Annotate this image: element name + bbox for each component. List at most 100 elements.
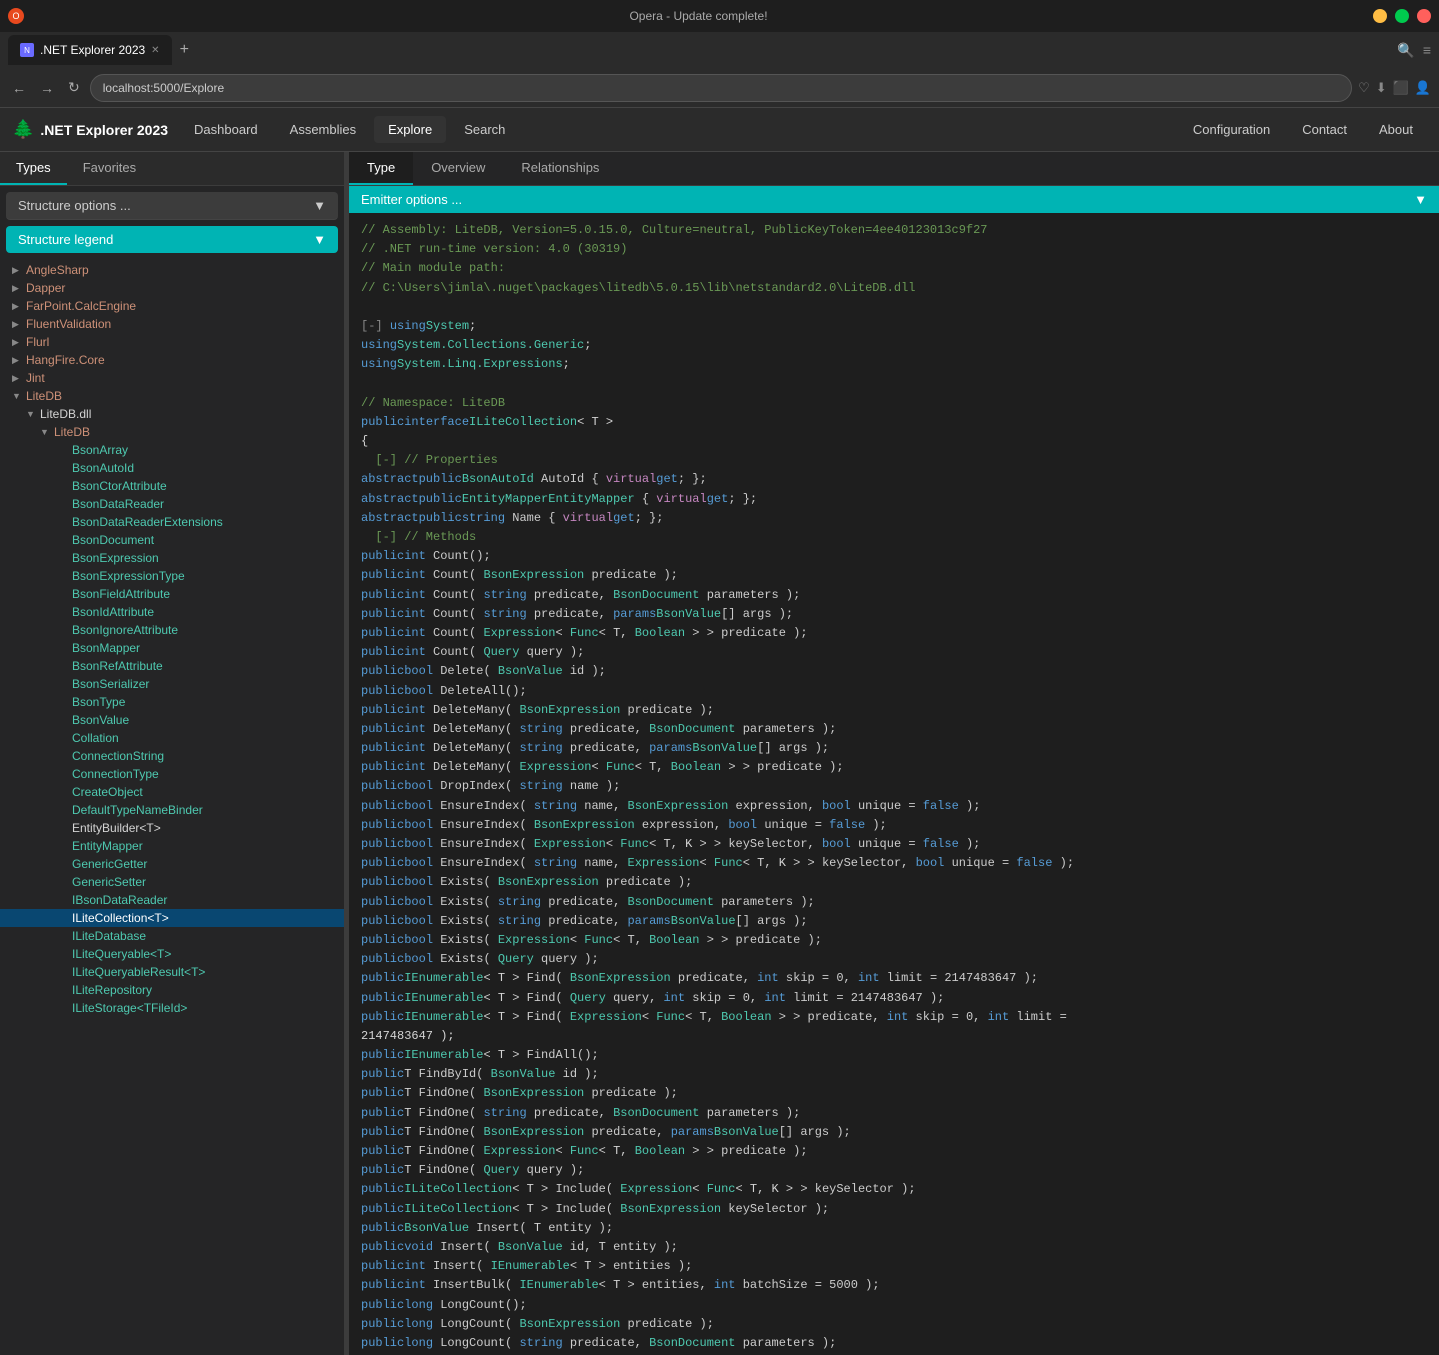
tree-item[interactable]: BsonCtorAttribute <box>0 477 344 495</box>
tree-item[interactable]: BsonDocument <box>0 531 344 549</box>
content-tab-overview[interactable]: Overview <box>413 152 503 185</box>
tree-item[interactable]: ILiteCollection<T> <box>0 909 344 927</box>
tree-item[interactable]: ConnectionType <box>0 765 344 783</box>
close-button[interactable] <box>1417 9 1431 23</box>
tree-item[interactable]: ▶Flurl <box>0 333 344 351</box>
tree-item-label: BsonIdAttribute <box>72 605 154 619</box>
nav-dashboard[interactable]: Dashboard <box>180 116 272 143</box>
back-button[interactable]: ← <box>8 78 30 98</box>
nav-assemblies[interactable]: Assemblies <box>276 116 370 143</box>
tree-item[interactable]: ▼LiteDB.dll <box>0 405 344 423</box>
code-line: public int DeleteMany( Expression< Func<… <box>361 758 1427 777</box>
nav-about[interactable]: About <box>1365 116 1427 143</box>
tree-item[interactable]: IBsonDataReader <box>0 891 344 909</box>
nav-explore[interactable]: Explore <box>374 116 446 143</box>
profile-icon[interactable]: 👤 <box>1415 80 1431 96</box>
sidebar-tab-favorites[interactable]: Favorites <box>67 152 152 185</box>
tree-item[interactable]: ▼LiteDB <box>0 423 344 441</box>
search-icon[interactable]: 🔍 <box>1397 42 1414 59</box>
tree-item[interactable]: ▶Jint <box>0 369 344 387</box>
tree-item-label: ILiteQueryable<T> <box>72 947 171 961</box>
browser-tab-active[interactable]: N .NET Explorer 2023 ✕ <box>8 35 172 65</box>
tree-item[interactable]: BsonDataReaderExtensions <box>0 513 344 531</box>
extensions-icon[interactable]: ⬛ <box>1393 80 1409 96</box>
tree-item[interactable]: ConnectionString <box>0 747 344 765</box>
tree-item[interactable]: ▶FluentValidation <box>0 315 344 333</box>
code-line: public bool Exists( Expression< Func< T,… <box>361 931 1427 950</box>
download-icon[interactable]: ⬇ <box>1376 80 1387 96</box>
code-line: public long LongCount( string predicate,… <box>361 1334 1427 1353</box>
tree-item[interactable]: ILiteQueryableResult<T> <box>0 963 344 981</box>
forward-button[interactable]: → <box>36 78 58 98</box>
tree-item[interactable]: ▶AngleSharp <box>0 261 344 279</box>
tree-item[interactable]: ▶Dapper <box>0 279 344 297</box>
tree-item[interactable]: ILiteQueryable<T> <box>0 945 344 963</box>
code-line: public T FindOne( Query query ); <box>361 1161 1427 1180</box>
main-layout: Types Favorites Structure options ... ▼ … <box>0 152 1439 1355</box>
tree-item-label: BsonAutoId <box>72 461 134 475</box>
tree-item-label: BsonType <box>72 695 125 709</box>
code-line: public int InsertBulk( IEnumerable< T > … <box>361 1276 1427 1295</box>
minimize-button[interactable] <box>1373 9 1387 23</box>
tree-item[interactable]: BsonType <box>0 693 344 711</box>
tree-item[interactable]: BsonSerializer <box>0 675 344 693</box>
bookmark-icon[interactable]: ♡ <box>1358 80 1370 96</box>
nav-search[interactable]: Search <box>450 116 519 143</box>
content-tabs: Type Overview Relationships <box>349 152 1439 186</box>
code-line: // Assembly: LiteDB, Version=5.0.15.0, C… <box>361 221 1427 240</box>
tree-arrow-icon: ▼ <box>26 409 36 419</box>
nav-contact[interactable]: Contact <box>1288 116 1361 143</box>
title-bar-left: O <box>8 8 24 24</box>
tree-item-label: BsonIgnoreAttribute <box>72 623 178 637</box>
menu-icon[interactable]: ≡ <box>1423 42 1431 58</box>
tree-item[interactable]: EntityMapper <box>0 837 344 855</box>
tree-item[interactable]: ILiteRepository <box>0 981 344 999</box>
tree-item[interactable]: BsonIdAttribute <box>0 603 344 621</box>
structure-legend-label: Structure legend <box>18 232 113 247</box>
code-line: [-] using System; <box>361 317 1427 336</box>
sidebar-tab-types[interactable]: Types <box>0 152 67 185</box>
structure-legend-header[interactable]: Structure legend ▼ <box>6 226 338 253</box>
tree-item[interactable]: BsonIgnoreAttribute <box>0 621 344 639</box>
tree-item-label: GenericGetter <box>72 857 147 871</box>
emitter-bar[interactable]: Emitter options ... ▼ <box>349 186 1439 213</box>
tree-item[interactable]: GenericSetter <box>0 873 344 891</box>
tree-item[interactable]: ILiteDatabase <box>0 927 344 945</box>
tree-item[interactable]: CreateObject <box>0 783 344 801</box>
tree-item[interactable]: ▶HangFire.Core <box>0 351 344 369</box>
maximize-button[interactable] <box>1395 9 1409 23</box>
tree-item[interactable]: BsonExpression <box>0 549 344 567</box>
tree-item[interactable]: GenericGetter <box>0 855 344 873</box>
tree-item[interactable]: BsonRefAttribute <box>0 657 344 675</box>
reload-button[interactable]: ↻ <box>64 77 84 98</box>
code-line: public bool EnsureIndex( BsonExpression … <box>361 816 1427 835</box>
address-input[interactable] <box>90 74 1352 102</box>
legend-arrow-icon: ▼ <box>313 232 326 247</box>
tree-item[interactable]: BsonAutoId <box>0 459 344 477</box>
code-line: public ILiteCollection< T > Include( Exp… <box>361 1180 1427 1199</box>
tree-item[interactable]: ▶FarPoint.CalcEngine <box>0 297 344 315</box>
tree-item-label: BsonValue <box>72 713 129 727</box>
new-tab-button[interactable]: + <box>176 41 193 59</box>
tree-item[interactable]: BsonValue <box>0 711 344 729</box>
code-line: public long LongCount( BsonExpression pr… <box>361 1315 1427 1334</box>
content-tab-relationships[interactable]: Relationships <box>503 152 617 185</box>
code-area[interactable]: // Assembly: LiteDB, Version=5.0.15.0, C… <box>349 213 1439 1355</box>
tree-item[interactable]: EntityBuilder<T> <box>0 819 344 837</box>
emitter-label: Emitter options ... <box>361 192 462 207</box>
tab-close-button[interactable]: ✕ <box>151 45 159 56</box>
tree-item[interactable]: ▼LiteDB <box>0 387 344 405</box>
tree-item[interactable]: BsonExpressionType <box>0 567 344 585</box>
tree-item[interactable]: Collation <box>0 729 344 747</box>
tree-item[interactable]: DefaultTypeNameBinder <box>0 801 344 819</box>
code-line <box>361 375 1427 394</box>
tree-item[interactable]: BsonDataReader <box>0 495 344 513</box>
tree-item-label: ILiteCollection<T> <box>72 911 169 925</box>
tree-item[interactable]: BsonFieldAttribute <box>0 585 344 603</box>
tree-item[interactable]: BsonArray <box>0 441 344 459</box>
nav-configuration[interactable]: Configuration <box>1179 116 1284 143</box>
structure-options-dropdown[interactable]: Structure options ... ▼ <box>6 192 338 220</box>
tree-item[interactable]: BsonMapper <box>0 639 344 657</box>
content-tab-type[interactable]: Type <box>349 152 413 185</box>
tree-item[interactable]: ILiteStorage<TFileId> <box>0 999 344 1017</box>
